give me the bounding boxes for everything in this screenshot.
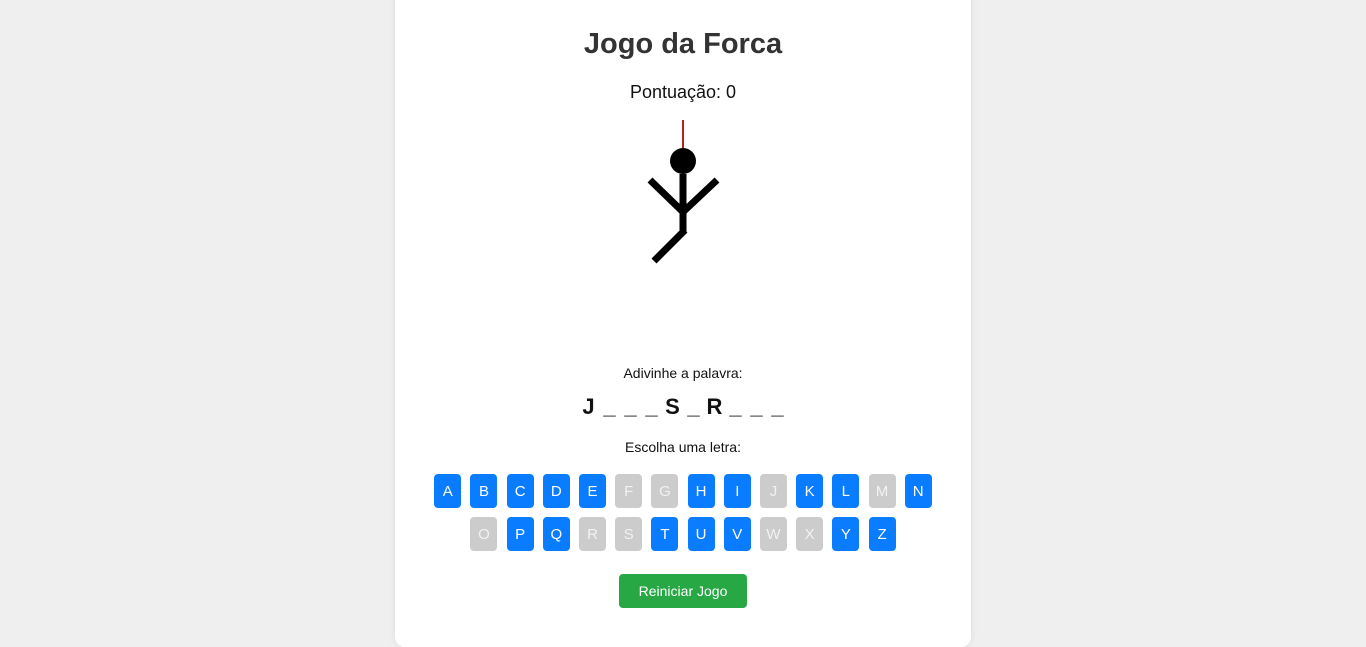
word-letter: R — [706, 394, 723, 419]
key-c[interactable]: C — [506, 474, 534, 508]
key-a[interactable]: A — [434, 474, 462, 508]
key-z[interactable]: Z — [868, 517, 896, 551]
letter-prompt: Escolha uma letra: — [625, 439, 741, 455]
key-i[interactable]: I — [723, 474, 751, 508]
key-x: X — [796, 517, 824, 551]
key-d[interactable]: D — [542, 474, 570, 508]
word-letter: S — [665, 394, 680, 419]
hangman-head — [670, 148, 696, 174]
word-display: J _ _ _ S _ R _ _ _ — [395, 394, 971, 420]
key-b[interactable]: B — [470, 474, 498, 508]
key-m: M — [868, 474, 896, 508]
key-l[interactable]: L — [832, 474, 860, 508]
keyboard-row-1: ABCDEFGHIJKLMN — [395, 474, 971, 508]
key-t[interactable]: T — [651, 517, 679, 551]
game-card: Jogo da Forca Pontuação: 0 Adivinhe a pa… — [395, 0, 971, 647]
key-w: W — [759, 517, 787, 551]
key-v[interactable]: V — [723, 517, 751, 551]
key-y[interactable]: Y — [832, 517, 860, 551]
hangman-left-arm — [647, 177, 686, 215]
key-u[interactable]: U — [687, 517, 715, 551]
hangman-right-arm — [680, 177, 720, 215]
score-label: Pontuação: — [629, 82, 722, 102]
key-n[interactable]: N — [904, 474, 932, 508]
key-f: F — [615, 474, 643, 508]
restart-button[interactable]: Reiniciar Jogo — [619, 574, 747, 608]
word-blank: _ — [603, 394, 616, 419]
key-e[interactable]: E — [579, 474, 607, 508]
word-blank: _ — [687, 394, 700, 419]
keyboard-row-2: OPQRSTUVWXYZ — [395, 517, 971, 551]
hangman-drawing — [647, 120, 720, 264]
key-h[interactable]: H — [687, 474, 715, 508]
key-s: S — [615, 517, 643, 551]
key-j: J — [759, 474, 787, 508]
key-k[interactable]: K — [796, 474, 824, 508]
page-title: Jogo da Forca — [583, 28, 783, 60]
key-o: O — [470, 517, 498, 551]
word-letter: J — [582, 394, 595, 419]
word-blank: _ — [750, 394, 763, 419]
key-p[interactable]: P — [506, 517, 534, 551]
guess-prompt: Adivinhe a palavra: — [623, 365, 743, 381]
word-blank: _ — [645, 394, 658, 419]
word-blank: _ — [771, 394, 784, 419]
score-value: 0 — [726, 82, 737, 102]
key-r: R — [579, 517, 607, 551]
word-blank: _ — [729, 394, 742, 419]
word-blank: _ — [624, 394, 637, 419]
score-display: Pontuação: 0 — [395, 82, 971, 103]
key-g: G — [651, 474, 679, 508]
hangman-left-leg — [651, 227, 688, 264]
key-q[interactable]: Q — [542, 517, 570, 551]
